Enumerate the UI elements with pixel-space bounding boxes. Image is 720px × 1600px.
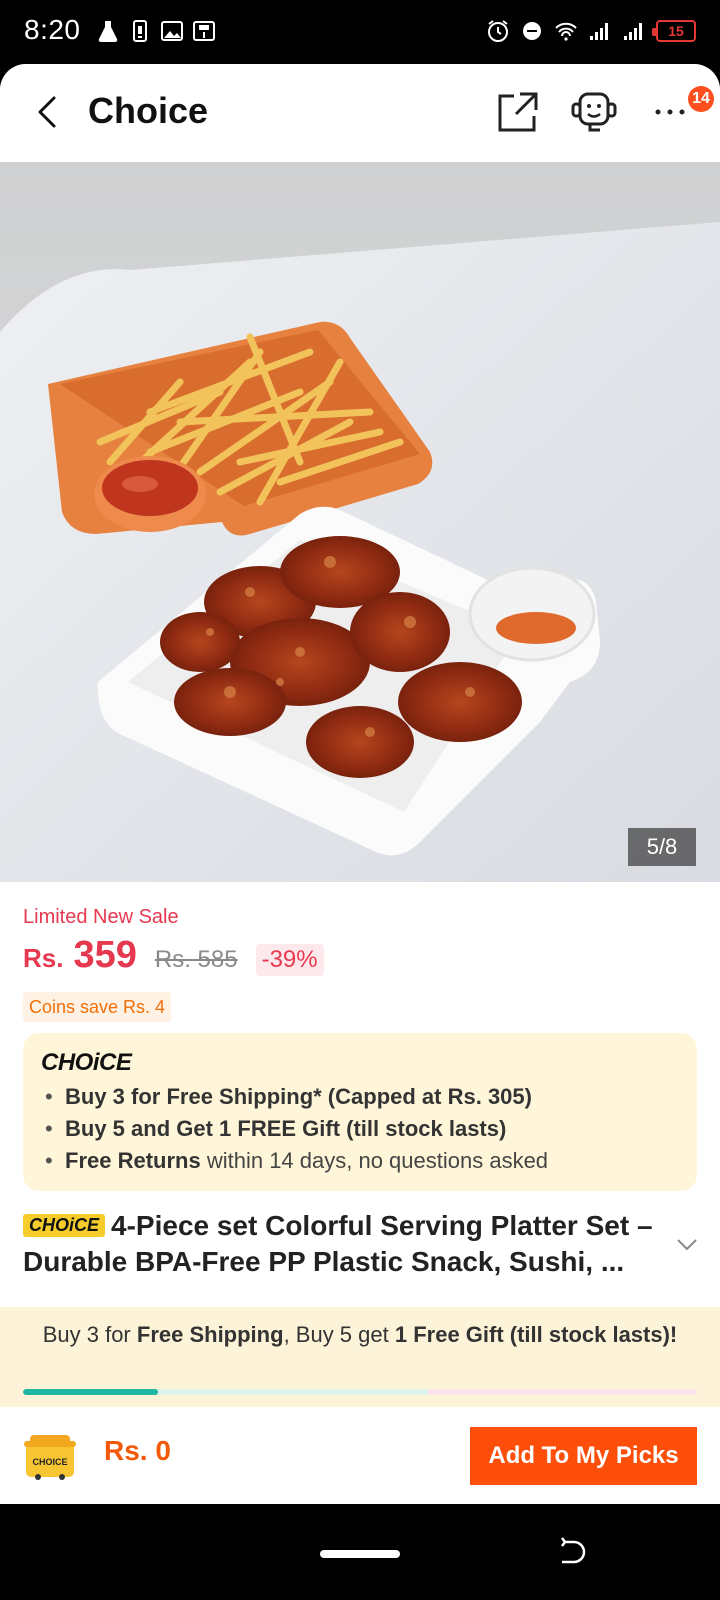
status-icons-left xyxy=(96,18,216,44)
share-icon[interactable] xyxy=(494,88,542,136)
more-icon[interactable] xyxy=(652,88,692,136)
cart-label: CHOICE xyxy=(32,1457,67,1467)
price-currency: Rs. xyxy=(23,943,64,973)
status-bar: 8:20 15 xyxy=(0,0,720,64)
original-price: Rs. 585 xyxy=(154,946,238,973)
cart-total: Rs. 0 xyxy=(104,1435,171,1466)
benefits-list: Buy 3 for Free Shipping* (Capped at Rs. … xyxy=(43,1081,548,1177)
system-nav-bar xyxy=(0,1504,720,1600)
status-icons-right: 15 xyxy=(486,18,696,44)
status-time: 8:20 xyxy=(24,14,81,45)
discount-badge: -39% xyxy=(255,944,324,976)
promo-bar: Buy 3 for Free Shipping, Buy 5 get 1 Fre… xyxy=(0,1307,720,1407)
battery-saver-icon xyxy=(133,20,147,42)
page-title: Choice xyxy=(88,90,209,131)
customer-service-icon[interactable] xyxy=(570,88,618,136)
progress-fill xyxy=(23,1389,158,1395)
phone-screen: 8:20 15 Choice 14 5/8 Limited New Sale R… xyxy=(0,0,720,1600)
coins-savings: Coins save Rs. 4 xyxy=(23,992,172,1022)
bottom-action-bar: CHOICE Rs. 0 Add To My Picks xyxy=(0,1407,720,1504)
product-image-gallery[interactable]: 5/8 xyxy=(0,162,720,882)
choice-cart-icon[interactable]: CHOICE xyxy=(22,1427,78,1483)
save-icon xyxy=(193,21,215,41)
sale-label: Limited New Sale xyxy=(23,906,179,928)
current-price: 359 xyxy=(73,934,137,976)
alarm-icon xyxy=(488,20,508,42)
home-gesture-bar[interactable] xyxy=(320,1550,400,1558)
benefit-item: Free Returns within 14 days, no question… xyxy=(43,1145,548,1177)
notification-badge: 14 xyxy=(688,86,714,112)
product-title: 4-Piece set Colorful Serving Platter Set… xyxy=(23,1210,653,1277)
signal-icon xyxy=(590,23,608,40)
battery-icon: 15 xyxy=(652,20,696,42)
choice-benefits-box[interactable]: CHOiCE Buy 3 for Free Shipping* (Capped … xyxy=(23,1033,697,1191)
price-row: Rs. 359 Rs. 585 -39% xyxy=(23,934,324,977)
signal-icon xyxy=(624,23,642,40)
rotate-icon[interactable] xyxy=(556,1536,588,1568)
benefit-item: Buy 3 for Free Shipping* (Capped at Rs. … xyxy=(43,1081,548,1113)
dnd-icon xyxy=(523,22,541,40)
product-title-row[interactable]: CHOiCE 4-Piece set Colorful Serving Platt… xyxy=(23,1208,663,1280)
chevron-down-icon[interactable] xyxy=(676,1238,698,1252)
benefit-item: Buy 5 and Get 1 FREE Gift (till stock la… xyxy=(43,1113,548,1145)
shipping-progress-bar xyxy=(23,1389,697,1395)
top-header: Choice 14 xyxy=(0,64,720,162)
add-to-picks-button[interactable]: Add To My Picks xyxy=(470,1427,697,1485)
choice-tag: CHOiCE xyxy=(23,1214,106,1237)
flask-icon xyxy=(98,21,118,43)
promo-text: Buy 3 for Free Shipping, Buy 5 get 1 Fre… xyxy=(42,1322,678,1347)
wifi-icon xyxy=(555,22,577,41)
back-arrow-icon[interactable] xyxy=(30,92,66,132)
choice-logo: CHOiCE xyxy=(41,1049,132,1076)
app-container: Choice 14 5/8 Limited New Sale Rs. 359 R… xyxy=(0,64,720,1504)
image-icon xyxy=(161,21,183,41)
product-photo xyxy=(0,162,720,882)
image-counter: 5/8 xyxy=(628,828,696,866)
